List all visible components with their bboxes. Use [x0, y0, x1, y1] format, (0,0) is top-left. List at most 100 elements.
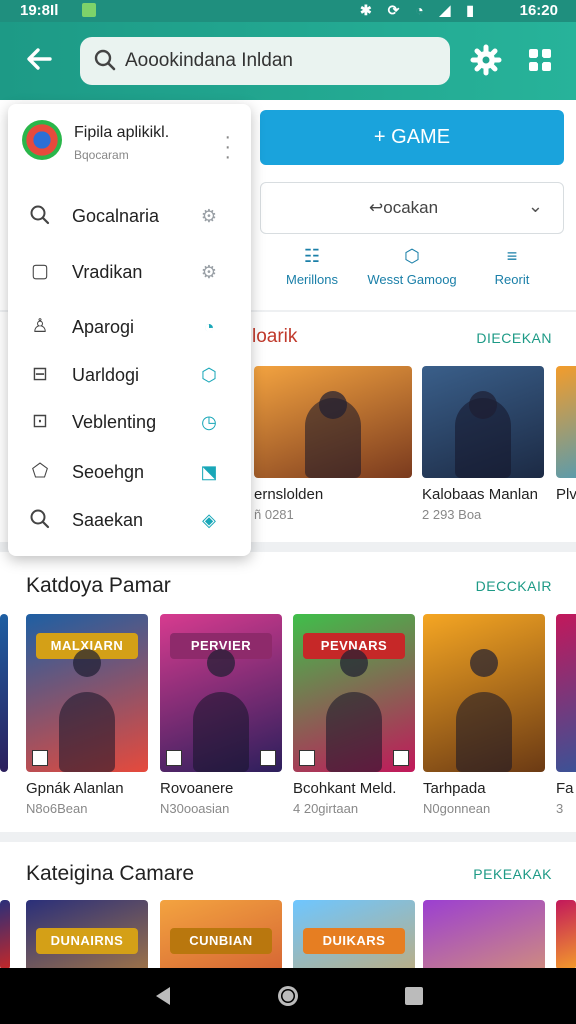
character-figure [456, 692, 512, 772]
game-art [556, 366, 576, 478]
game-tile[interactable]: Fa 3 [556, 614, 576, 816]
game-art: PEVNARS [293, 614, 415, 772]
select-value: ↩ocakan [369, 198, 439, 217]
section-more-link[interactable]: DECCKAIR [476, 578, 552, 594]
rating-badge [32, 750, 48, 766]
character-figure [193, 692, 249, 772]
menu-title: Fipila aplikikl. [74, 124, 170, 141]
tab-merillons[interactable]: ☷ Merillons [262, 246, 362, 287]
character-head [207, 648, 235, 677]
menu-item-label: Saaekan [72, 510, 144, 530]
search-bar[interactable]: Aoookindana Inldan [80, 37, 450, 85]
square-icon: ▢ [31, 261, 49, 282]
game-tile[interactable]: Plv [556, 366, 576, 503]
game-title: Plv [556, 486, 576, 503]
character-head [469, 390, 497, 419]
clock-icon: ◷ [201, 412, 217, 432]
status-time-right: 16:20 [519, 2, 558, 19]
character-head [319, 390, 347, 419]
grid-settings-icon[interactable] [524, 44, 556, 76]
back-arrow-icon[interactable] [22, 42, 56, 76]
tab-wesst-gamoog[interactable]: ⬡ Wesst Gamoog [362, 246, 462, 287]
game-tile[interactable]: Tarhpada N0gonnean [423, 614, 545, 816]
game-subtitle: 4 20girtaan [293, 801, 359, 816]
tab-label: Wesst Gamoog [367, 272, 457, 287]
system-nav-bar [0, 968, 576, 1024]
diamond-icon: ⬡ [404, 246, 420, 266]
menu-item-vradikan[interactable]: ▢ Vradikan ⚙ [8, 250, 251, 294]
search-icon [28, 204, 52, 228]
game-title: Fa [556, 780, 574, 797]
search-icon [28, 508, 52, 532]
grid-icon: ☷ [303, 246, 321, 266]
game-art [254, 366, 412, 478]
chevron-down-icon: ⌄ [527, 196, 543, 216]
menu-item-veblenting[interactable]: ⊡ Veblenting ◷ [8, 400, 251, 444]
game-tile[interactable]: PEVNARS Bcohkant Meld. 4 20girtaan [293, 614, 415, 816]
menu-item-gocalnaria[interactable]: Gocalnaria ⚙ [8, 194, 251, 238]
hexagon-icon: ⬡ [201, 365, 217, 385]
section-title: Kateigina Camare [26, 862, 195, 885]
game-tile[interactable]: Kalobaas Manlan 2 293 Boa [422, 366, 544, 522]
search-icon [94, 49, 116, 71]
category-select[interactable]: ↩ocakan ⌄ [260, 182, 564, 234]
rating-badge [166, 750, 182, 766]
rating-badge [299, 750, 315, 766]
menu-item-uarldogi[interactable]: ⊟ Uarldogi ⬡ [8, 353, 251, 397]
nav-home-icon[interactable] [274, 982, 302, 1010]
timer-icon: ◔ [203, 317, 215, 337]
section-more-link[interactable]: PEKEAKAK [473, 866, 552, 882]
frame-icon: ⊡ [32, 411, 48, 432]
menu-item-label: Vradikan [72, 262, 143, 282]
gear-icon: ⚙ [200, 262, 218, 282]
status-time-left: 19:8Il [20, 2, 59, 19]
section-more-link[interactable]: DIECEKAN [476, 330, 552, 346]
menu-item-seoehgn[interactable]: ⬠ Seoehgn ⬔ [8, 450, 251, 494]
partial-tile [556, 900, 576, 968]
menu-subtitle: Bqocaram [74, 148, 129, 162]
menu-item-aparogi[interactable]: ♙ Aparogi ◔ [8, 305, 251, 349]
section-kateigina-camare: Kateigina Camare PEKEAKAK DUNAIRNS CUNBI… [0, 842, 576, 968]
game-logo: DUIKARS [302, 928, 406, 955]
game-tile[interactable] [423, 900, 545, 968]
game-title: Rovoanere [160, 780, 234, 797]
game-subtitle: N0gonnean [423, 801, 491, 816]
game-tile[interactable]: PERVIER Rovoanere N30ooasian [160, 614, 282, 816]
game-art: DUNAIRNS [26, 900, 148, 968]
game-art: MALXIARN [26, 614, 148, 772]
game-art [556, 614, 576, 772]
character-head [470, 648, 498, 677]
character-figure [326, 692, 382, 772]
game-tile[interactable]: CUNBIAN [160, 900, 282, 968]
notification-icon [82, 3, 96, 17]
nav-back-icon[interactable] [150, 982, 178, 1010]
search-input[interactable]: Aoookindana Inldan [125, 50, 293, 72]
game-subtitle: 2 293 Boa [422, 507, 482, 522]
game-art [423, 900, 545, 968]
rating-badge [393, 750, 409, 766]
character-head [340, 648, 368, 677]
section-title: loarik [252, 326, 298, 347]
tab-reorit[interactable]: ≡ Reorit [462, 246, 562, 287]
game-subtitle: N8o6Bean [26, 801, 88, 816]
menu-item-label: Gocalnaria [72, 206, 160, 226]
status-icons: ✱ ⟳ ◔ ◢ ▮ [360, 2, 480, 18]
rating-badge [260, 750, 276, 766]
menu-item-label: Aparogi [72, 317, 135, 337]
game-title: Bcohkant Meld. [293, 780, 397, 797]
settings-gear-icon[interactable] [470, 44, 502, 76]
game-tile[interactable]: DUNAIRNS [26, 900, 148, 968]
character-head [73, 648, 101, 677]
game-tile[interactable]: DUIKARS [293, 900, 415, 968]
more-vert-icon[interactable]: · · · [224, 127, 231, 167]
folder-icon: ⊟ [32, 364, 48, 385]
game-subtitle: 3 [556, 801, 564, 816]
game-tile[interactable]: MALXIARN Gpnák Alanlan N8o6Bean [26, 614, 148, 816]
game-tile[interactable]: ernslolden ñ 0281 [254, 366, 412, 522]
menu-item-saaekan[interactable]: Saaekan ◈ [8, 498, 251, 542]
menu-item-label: Veblenting [72, 412, 157, 432]
add-game-button[interactable]: + GAME [260, 110, 564, 165]
nav-recents-icon[interactable] [400, 982, 428, 1010]
game-subtitle: N30ooasian [160, 801, 230, 816]
partial-tile [0, 900, 10, 968]
